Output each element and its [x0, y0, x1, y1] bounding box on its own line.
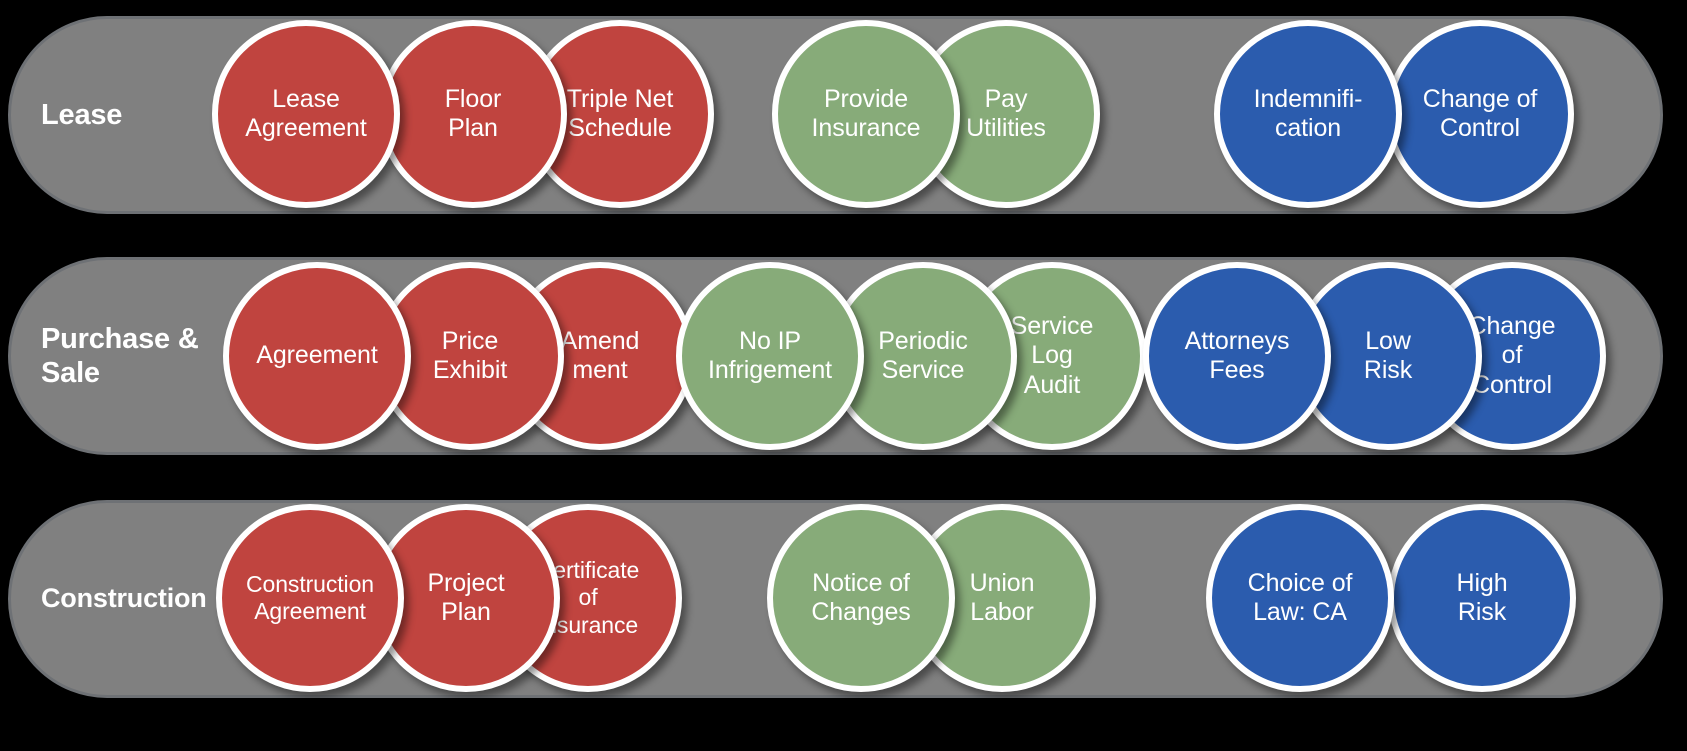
- row-label-lease: Lease: [41, 98, 123, 131]
- row-label-construction: Construction: [41, 583, 207, 614]
- circle-construction-agreement[interactable]: Construction Agreement: [216, 504, 404, 692]
- circle-label: Provide Insurance: [811, 84, 921, 143]
- circle-label: Choice of Law: CA: [1247, 568, 1353, 627]
- circle-choice-of-law[interactable]: Choice of Law: CA: [1206, 504, 1394, 692]
- circle-provide-insurance[interactable]: Provide Insurance: [772, 20, 960, 208]
- circle-label: Indemnifi- cation: [1253, 84, 1363, 143]
- circle-change-of-control[interactable]: Change of Control: [1386, 20, 1574, 208]
- circle-label: Project Plan: [427, 568, 505, 627]
- circle-label: Floor Plan: [444, 84, 502, 143]
- circle-label: Construction Agreement: [246, 570, 374, 624]
- circle-label: Agreement: [256, 341, 378, 370]
- circle-floor-plan[interactable]: Floor Plan: [379, 20, 567, 208]
- circle-no-ip-infrigement[interactable]: No IP Infrigement: [676, 262, 864, 450]
- circle-label: No IP Infrigement: [708, 326, 832, 385]
- circle-label: Lease Agreement: [245, 84, 367, 143]
- circle-label: Change of Control: [1422, 84, 1538, 143]
- circle-agreement[interactable]: Agreement: [223, 262, 411, 450]
- circle-label: Attorneys Fees: [1184, 326, 1290, 385]
- circle-high-risk[interactable]: High Risk: [1388, 504, 1576, 692]
- circle-lease-agreement[interactable]: Lease Agreement: [212, 20, 400, 208]
- contract-overlap-diagram: Lease Lease Agreement Floor Plan Triple …: [0, 0, 1687, 751]
- circle-indemnification[interactable]: Indemnifi- cation: [1214, 20, 1402, 208]
- circle-attorneys-fees[interactable]: Attorneys Fees: [1143, 262, 1331, 450]
- circle-notice-of-changes[interactable]: Notice of Changes: [767, 504, 955, 692]
- circle-label: High Risk: [1456, 568, 1508, 627]
- circle-label: Notice of Changes: [811, 568, 911, 627]
- row-label-purchase-and-sale: Purchase & Sale: [41, 322, 199, 389]
